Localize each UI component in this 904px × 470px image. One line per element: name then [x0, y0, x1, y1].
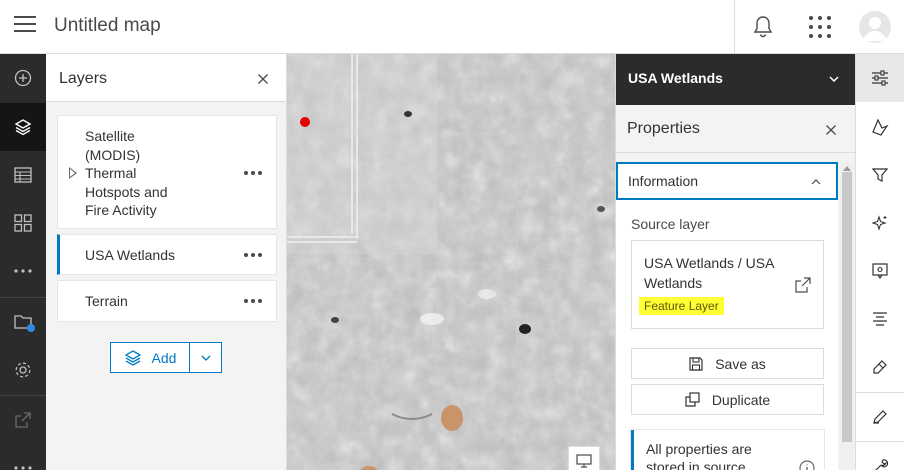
scroll-up-arrow-icon[interactable] [843, 166, 851, 171]
layer-options-icon[interactable] [244, 253, 262, 257]
layer-selector[interactable]: USA Wetlands [616, 54, 855, 105]
analysis-wrench-icon[interactable] [856, 442, 904, 470]
source-layer-name: USA Wetlands / USA Wetlands [644, 255, 774, 291]
bell-icon[interactable] [752, 15, 774, 39]
ellipsis-icon[interactable] [0, 247, 46, 295]
layer-label: Terrain [85, 293, 128, 309]
panel-title: Layers [59, 70, 108, 87]
chevron-up-icon [811, 179, 821, 185]
hamburger-icon[interactable] [14, 16, 36, 36]
gear-icon[interactable] [0, 346, 46, 394]
chevron-down-icon [201, 355, 210, 361]
info-icon[interactable] [799, 460, 815, 470]
open-external-icon[interactable] [795, 277, 811, 293]
information-section-header[interactable]: Information [616, 162, 838, 200]
properties-panel: USA Wetlands Properties Information Sour… [615, 54, 856, 470]
info-notice: All properties are stored in source [631, 430, 824, 470]
duplicate-icon [685, 392, 700, 407]
add-layer-split-button: Add [110, 342, 222, 373]
layer-options-icon[interactable] [244, 171, 262, 175]
layer-type-badge: Feature Layer [639, 297, 724, 315]
share-icon[interactable] [0, 396, 46, 444]
properties-scrollbar[interactable] [840, 162, 854, 470]
popups-icon[interactable] [856, 247, 904, 295]
fire-hotspot-point [300, 117, 310, 127]
edit-icon[interactable] [856, 393, 904, 441]
table-icon[interactable] [0, 151, 46, 199]
user-avatar-icon[interactable] [859, 11, 891, 43]
layer-label: Satellite (MODIS) Thermal Hotspots and F… [85, 128, 168, 218]
source-layer-card[interactable]: USA Wetlands / USA Wetlands Feature Laye… [631, 240, 824, 329]
wetland-polygon [441, 405, 463, 431]
information-section: Information Source layer USA Wetlands / … [616, 162, 838, 470]
add-circle-icon[interactable] [0, 54, 46, 102]
monitor-icon [576, 454, 592, 468]
header-actions [734, 0, 904, 54]
labels-icon[interactable] [856, 295, 904, 343]
filter-icon[interactable] [856, 151, 904, 199]
add-label: Add [151, 349, 177, 366]
ellipsis-icon[interactable] [0, 444, 46, 470]
layers-header: Layers [46, 54, 286, 102]
screen-toggle-button[interactable] [568, 446, 600, 470]
source-layer-label: Source layer [631, 216, 710, 232]
terrain-hillshade [287, 54, 615, 470]
section-title: Information [628, 173, 699, 189]
duplicate-button[interactable]: Duplicate [631, 384, 824, 415]
app-launcher-icon[interactable] [809, 16, 831, 38]
properties-header: Properties [616, 105, 856, 153]
basemap-grid-icon[interactable] [0, 199, 46, 247]
save-as-label: Save as [715, 355, 766, 372]
scrollbar-thumb[interactable] [842, 172, 852, 442]
layer-label: USA Wetlands [85, 247, 176, 263]
map-view[interactable] [287, 54, 615, 470]
panel-title: Properties [627, 120, 700, 137]
notification-badge [27, 324, 35, 332]
layers-panel: Layers Satellite (MODIS) Thermal Hotspot… [46, 54, 287, 470]
layer-item-usa-wetlands[interactable]: USA Wetlands [57, 234, 277, 275]
page-title: Untitled map [54, 15, 161, 36]
layers-icon[interactable] [0, 103, 46, 151]
styles-icon[interactable] [856, 103, 904, 151]
properties-sliders-icon[interactable] [856, 54, 904, 102]
add-dropdown-button[interactable] [190, 343, 221, 372]
notice-text: All properties are stored in source [646, 441, 752, 470]
duplicate-label: Duplicate [711, 391, 771, 408]
tool-strip [855, 54, 904, 470]
selected-layer-name: USA Wetlands [628, 70, 723, 86]
chevron-down-icon [829, 76, 839, 82]
close-icon[interactable] [825, 124, 837, 136]
close-icon[interactable] [257, 73, 269, 85]
save-as-button[interactable]: Save as [631, 348, 824, 379]
add-layer-button[interactable]: Add [111, 343, 190, 372]
layer-item-terrain[interactable]: Terrain [57, 280, 277, 322]
save-icon [689, 356, 703, 371]
layer-options-icon[interactable] [244, 299, 262, 303]
layer-item-fire-activity[interactable]: Satellite (MODIS) Thermal Hotspots and F… [57, 115, 277, 229]
layers-icon [124, 349, 141, 366]
app-header: Untitled map [0, 0, 904, 54]
action-bar [0, 54, 46, 470]
map-properties-icon[interactable] [0, 298, 46, 346]
effects-sparkle-icon[interactable] [856, 199, 904, 247]
sketch-eraser-icon[interactable] [856, 343, 904, 391]
expand-caret-icon[interactable] [69, 167, 77, 179]
